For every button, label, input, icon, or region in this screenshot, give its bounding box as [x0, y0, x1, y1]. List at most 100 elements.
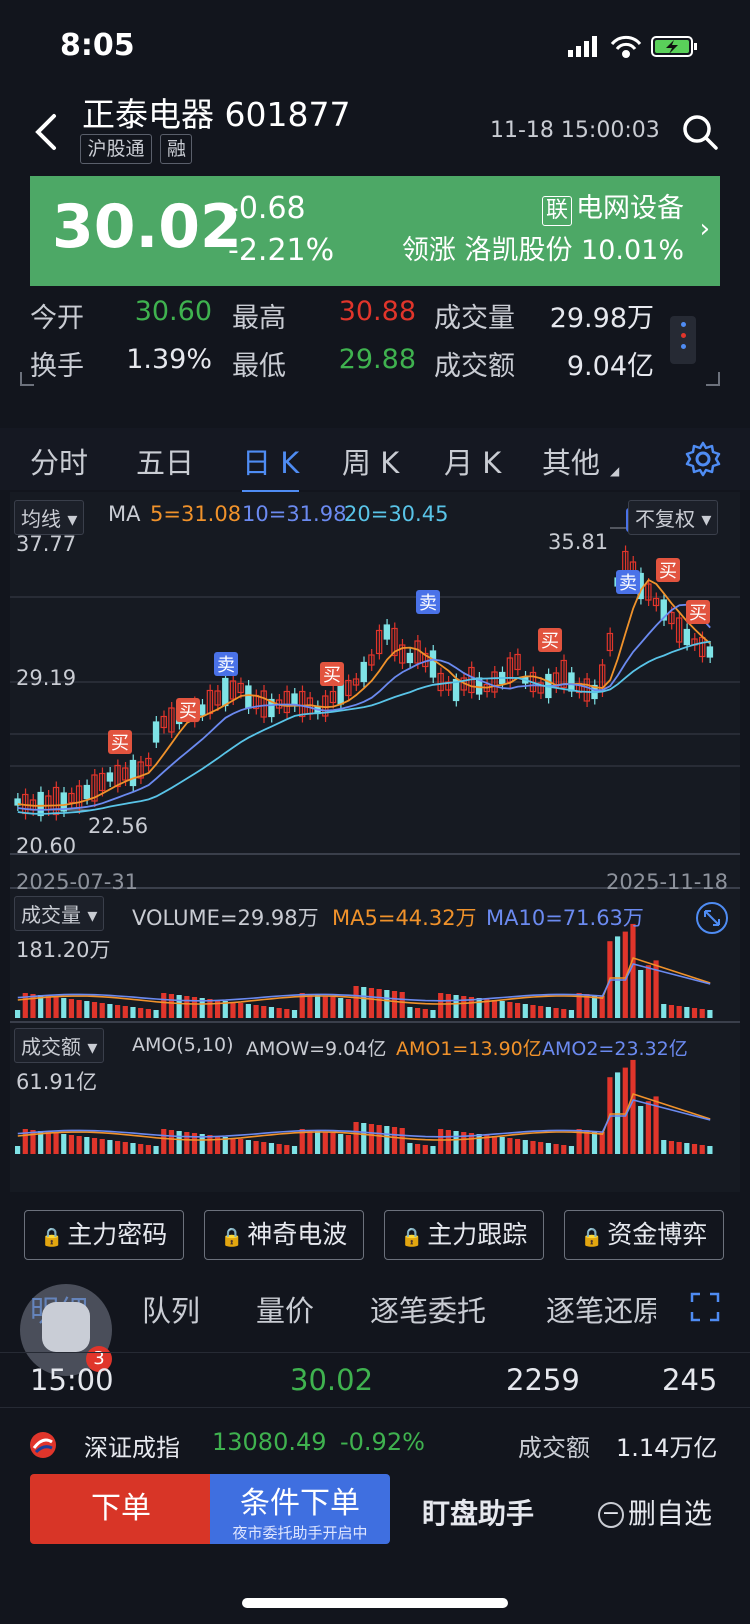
search-icon[interactable]: [680, 112, 720, 152]
kline-chart-panel[interactable]: 买买卖买卖买卖卖买买 均线 ▾ MA 5=31.08 10=31.98 20=3…: [10, 492, 740, 1192]
volume-bar: [84, 1001, 90, 1018]
volume-bar: [307, 994, 313, 1018]
amount-bar: [176, 1131, 182, 1154]
amount-bar: [507, 1138, 513, 1154]
watch-assistant-button[interactable]: 盯盘助手: [422, 1492, 534, 1532]
amount-bar: [361, 1123, 367, 1154]
tab-trade-restore[interactable]: 逐笔还原: [546, 1288, 656, 1330]
volume-bar: [291, 1010, 298, 1018]
volume-bar: [353, 986, 359, 1018]
expand-corner-left-icon[interactable]: [20, 372, 34, 386]
feature-buttons: 🔒 主力密码 🔒 神奇电波 🔒 主力跟踪 🔒 资金博弈: [0, 1210, 750, 1268]
adjust-dropdown[interactable]: 不复权 ▾: [628, 500, 719, 535]
amount-bar: [691, 1144, 698, 1154]
feature-main-password[interactable]: 🔒 主力密码: [24, 1210, 184, 1260]
volume-bar: [384, 990, 390, 1018]
lock-icon: 🔒: [580, 1227, 604, 1248]
volume-bar: [461, 996, 467, 1018]
conditional-order-button[interactable]: 条件下单 夜市委托助手开启中: [210, 1474, 390, 1544]
tab-five-day[interactable]: 五日: [136, 440, 194, 482]
candle: [406, 652, 414, 664]
fullscreen-icon[interactable]: [690, 1292, 720, 1322]
volume-value-label: VOLUME=29.98万: [132, 906, 319, 930]
amount-dropdown-label: 成交额: [21, 1035, 81, 1059]
amount-bar: [668, 1141, 675, 1154]
volume-bar: [268, 1007, 275, 1018]
index-name: 深证成指: [84, 1434, 180, 1462]
index-bar[interactable]: 深证成指 13080.49 -0.92% 成交额 1.14万亿: [0, 1414, 750, 1474]
amount-bar: [630, 1059, 636, 1154]
amount-bar: [645, 1101, 651, 1154]
stock-title: 正泰电器 601877: [82, 95, 351, 134]
amount-bar: [184, 1132, 190, 1154]
more-dots-icon[interactable]: [670, 316, 696, 364]
chevron-right-icon[interactable]: ›: [700, 214, 710, 244]
volume-bar: [491, 1000, 498, 1018]
amount-bar: [330, 1133, 336, 1154]
volume-bar: [661, 1004, 667, 1018]
amount-bar: [345, 1135, 351, 1154]
high-value: 30.88: [338, 296, 416, 327]
volume-bar: [430, 1010, 436, 1018]
svg-text:买: 买: [111, 733, 129, 754]
date-end: 2025-11-18: [606, 870, 729, 894]
sector-link[interactable]: 联电网设备 领涨 洛凯股份 10.01%: [402, 188, 684, 272]
sell-signal-marker: 卖: [214, 652, 238, 676]
expand-chart-icon[interactable]: [694, 900, 730, 936]
trade-volume: 2259: [506, 1363, 580, 1397]
amount-bar: [615, 1072, 621, 1154]
candle: [429, 650, 437, 678]
change-percent: -2.21%: [228, 233, 335, 268]
feature-fund-game[interactable]: 🔒 资金博弈: [564, 1210, 724, 1260]
remove-watchlist-button[interactable]: − 删自选: [598, 1492, 712, 1532]
amount-bar: [491, 1136, 498, 1154]
turnover-value: 1.39%: [126, 344, 212, 375]
tab-volume-price[interactable]: 量价: [256, 1288, 314, 1330]
indicator-dropdown[interactable]: 均线 ▾: [14, 500, 85, 535]
status-icons: [568, 35, 697, 58]
amount-bar: [68, 1135, 75, 1154]
feature-magic-wave[interactable]: 🔒 神奇电波: [204, 1210, 364, 1260]
tab-intraday[interactable]: 分时: [30, 440, 88, 482]
sell-signal-marker: 卖: [616, 570, 640, 594]
volume-bar: [684, 1007, 690, 1018]
tab-monthly-k[interactable]: 月 K: [444, 440, 501, 482]
volume-bar: [691, 1008, 698, 1018]
detail-tabs: 明细 队列 量价 逐笔委托 逐笔还原: [0, 1284, 750, 1336]
sector-leader: 领涨 洛凯股份 10.01%: [401, 235, 684, 266]
amount-bar: [384, 1126, 390, 1154]
amount-bar: [545, 1143, 551, 1154]
sector-badge: 联: [541, 196, 572, 226]
back-chevron-icon[interactable]: [28, 110, 68, 154]
volume-dropdown[interactable]: 成交量 ▾: [14, 896, 105, 931]
amount-bar: [45, 1132, 51, 1154]
tab-other[interactable]: 其他: [542, 440, 600, 482]
minus-circle-icon: −: [598, 1502, 624, 1528]
amount-bar: [515, 1139, 521, 1154]
volume-bar: [538, 1006, 544, 1018]
lock-icon: 🔒: [220, 1227, 244, 1248]
svg-text:买: 买: [323, 665, 341, 686]
adjust-dropdown-label: 不复权: [635, 507, 695, 531]
trade-price: 30.02: [290, 1363, 374, 1397]
volume-bar: [184, 996, 190, 1018]
amount-dropdown[interactable]: 成交额 ▾: [14, 1028, 105, 1063]
kline-svg[interactable]: 买买卖买卖买卖卖买买: [10, 492, 740, 1192]
svg-text:卖: 卖: [619, 573, 637, 594]
candle: [199, 704, 206, 716]
amount-bar: [368, 1124, 375, 1154]
amount-bar: [453, 1131, 459, 1154]
tab-order-by-order[interactable]: 逐笔委托: [370, 1288, 486, 1330]
tab-queue[interactable]: 队列: [142, 1288, 200, 1330]
index-change: -0.92%: [340, 1428, 425, 1456]
feature-main-tracking[interactable]: 🔒 主力跟踪: [384, 1210, 544, 1260]
order-button[interactable]: 下单: [30, 1474, 212, 1544]
volume-label: 成交量: [434, 303, 515, 334]
settings-gear-icon[interactable]: [684, 440, 722, 478]
sell-signal-marker: 卖: [416, 590, 440, 614]
expand-corner-right-icon[interactable]: [706, 372, 720, 386]
price-change: -0.68 -2.21%: [228, 188, 334, 272]
tab-weekly-k[interactable]: 周 K: [342, 440, 399, 482]
tab-daily-k[interactable]: 日 K: [242, 440, 300, 494]
volume-bar: [599, 996, 605, 1018]
